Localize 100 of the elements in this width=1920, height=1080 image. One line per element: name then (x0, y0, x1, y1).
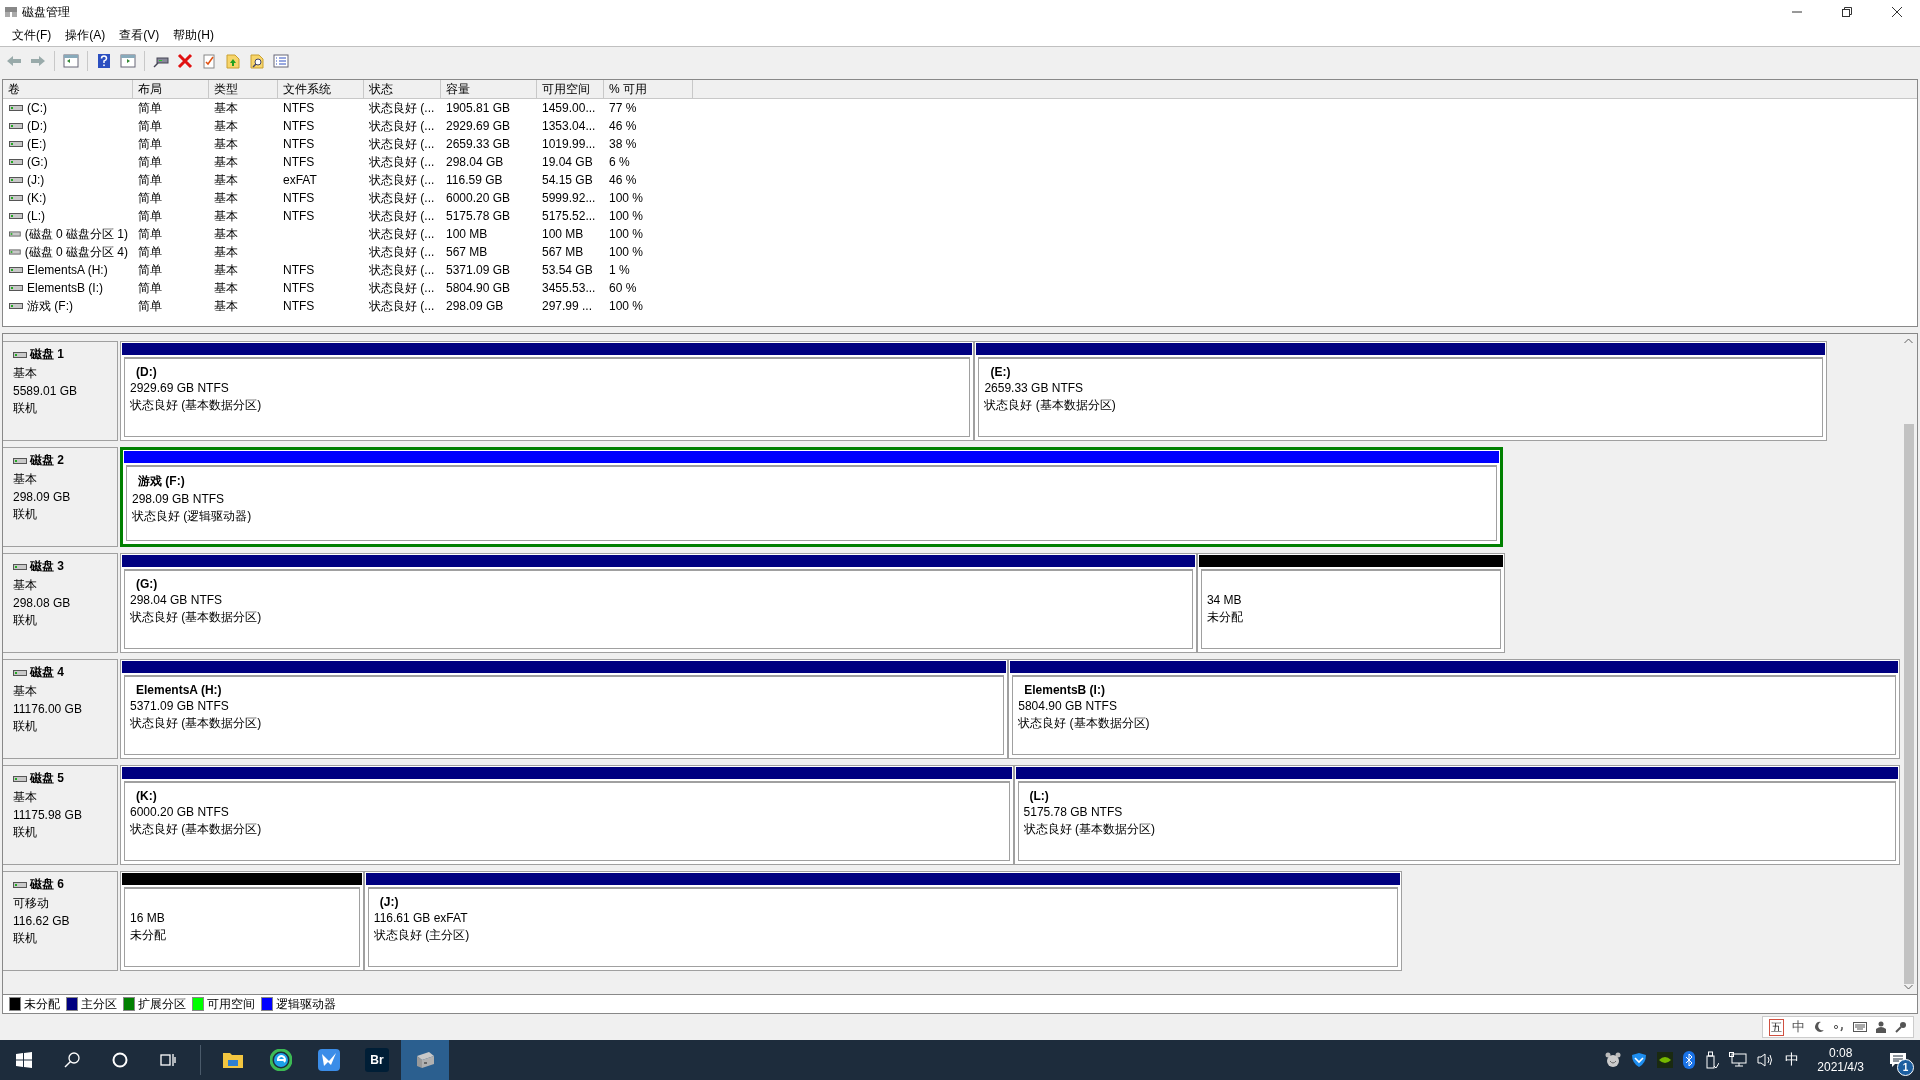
notification-button[interactable]: 1 (1882, 1044, 1914, 1076)
disk-info-panel[interactable]: 磁盘 3 基本 298.08 GB 联机 (3, 553, 118, 653)
table-cell-text: 100 % (608, 209, 645, 223)
table-cell-text: 状态良好 (... (368, 117, 436, 135)
table-cell-text: NTFS (282, 155, 316, 169)
table-cell-text: 基本 (213, 261, 239, 279)
table-cell-text: 100 % (608, 191, 645, 205)
table-cell-text: 5371.09 GB (445, 263, 512, 277)
column-header[interactable]: 布局 (133, 80, 209, 99)
table-cell-text: 状态良好 (... (368, 189, 436, 207)
volume-name: (G:) (27, 155, 48, 169)
person-icon[interactable] (1875, 1021, 1887, 1033)
table-cell-text: 1353.04... (541, 119, 597, 133)
disk-name: 磁盘 4 (30, 664, 64, 681)
partition-block[interactable]: 游戏 (F:) 298.09 GB NTFS 状态良好 (逻辑驱动器) (120, 447, 1504, 547)
partition-block[interactable]: ElementsB (I:) 5804.90 GB NTFS 状态良好 (基本数据分区) (1008, 659, 1900, 759)
table-cell-text: 基本 (213, 99, 239, 117)
column-header[interactable]: 容量 (441, 80, 537, 99)
volume-name: (C:) (27, 101, 47, 115)
folder-search-icon[interactable] (247, 51, 267, 71)
column-header[interactable]: 文件系统 (278, 80, 364, 99)
partition-block[interactable]: (J:) 116.61 GB exFAT 状态良好 (主分区) (363, 871, 1402, 971)
graphics-icon[interactable] (1657, 1052, 1674, 1068)
table-cell-text: 298.04 GB (445, 155, 505, 169)
language-toggle[interactable]: 中 (1792, 1018, 1805, 1036)
column-header[interactable]: % 可用 (604, 80, 693, 99)
disk-info-panel[interactable]: 磁盘 1 基本 5589.01 GB 联机 (3, 341, 118, 441)
disk-info-panel[interactable]: 磁盘 5 基本 11175.98 GB 联机 (3, 765, 118, 865)
table-cell-text: 状态良好 (... (368, 261, 436, 279)
table-cell-text: 567 MB (445, 245, 489, 259)
table-cell-text: NTFS (282, 209, 316, 223)
disk-name: 磁盘 5 (30, 770, 64, 787)
partition-status: 状态良好 (基本数据分区) (130, 397, 263, 414)
menu-item[interactable]: 帮助(H) (167, 24, 220, 46)
usb-drive-icon[interactable] (1705, 1051, 1720, 1069)
keyboard-icon[interactable] (1853, 1022, 1867, 1032)
drive-icon (9, 302, 23, 310)
partition-name: ElementsB (I:) (1023, 683, 1106, 697)
bluetooth-icon[interactable] (1683, 1051, 1696, 1069)
windows-start-icon[interactable] (16, 1052, 32, 1068)
partition-status: 状态良好 (基本数据分区) (130, 715, 263, 732)
restore-icon[interactable] (1842, 7, 1852, 17)
partition-block[interactable]: (K:) 6000.20 GB NTFS 状态良好 (基本数据分区) (120, 765, 1014, 865)
table-cell-text: 基本 (213, 171, 239, 189)
column-header[interactable]: 可用空间 (537, 80, 604, 99)
app-button[interactable]: Br (353, 1040, 401, 1080)
disk-status: 联机 (13, 824, 38, 841)
menu-item[interactable]: 文件(F) (6, 24, 58, 46)
delete-icon[interactable] (175, 51, 195, 71)
partition-status: 状态良好 (主分区) (373, 927, 471, 944)
moon-icon[interactable] (1813, 1021, 1825, 1033)
table-cell-text: 5175.78 GB (445, 209, 512, 223)
shield-icon[interactable] (1631, 1052, 1648, 1068)
table-cell-text: 基本 (213, 243, 239, 261)
disk-info-panel[interactable]: 磁盘 2 基本 298.09 GB 联机 (3, 447, 118, 547)
partition-size: 2929.69 GB NTFS (130, 381, 230, 395)
bear-icon[interactable] (1605, 1052, 1622, 1068)
table-cell-text: NTFS (282, 119, 316, 133)
clock[interactable]: 0:08 2021/4/3 (1809, 1046, 1872, 1074)
menu-item[interactable]: 操作(A) (59, 24, 112, 46)
partition-block[interactable]: (D:) 2929.69 GB NTFS 状态良好 (基本数据分区) (120, 341, 975, 441)
input-language[interactable]: 中 (1785, 1051, 1800, 1069)
disk-info-panel[interactable]: 磁盘 4 基本 11176.00 GB 联机 (3, 659, 118, 759)
drive-icon (9, 158, 23, 166)
legend-label: 未分配 (24, 995, 60, 1013)
column-header[interactable]: 状态 (364, 80, 441, 99)
volume-name: 游戏 (F:) (27, 297, 73, 315)
partition-block[interactable]: (E:) 2659.33 GB NTFS 状态良好 (基本数据分区) (974, 341, 1827, 441)
partition-size: 2659.33 GB NTFS (984, 381, 1085, 395)
disk-management-icon[interactable] (401, 1040, 449, 1080)
wrench-icon[interactable] (1895, 1021, 1907, 1033)
partition-name: (E:) (989, 365, 1012, 379)
table-cell-text: 5175.52... (541, 209, 597, 223)
scrollbar-thumb[interactable] (1903, 424, 1914, 984)
table-cell-text: 1019.99... (541, 137, 597, 151)
partition-status: 状态良好 (基本数据分区) (130, 609, 263, 626)
table-cell-text: 基本 (213, 225, 239, 243)
legend-label: 扩展分区 (138, 995, 186, 1013)
partition-block[interactable]: ElementsA (H:) 5371.09 GB NTFS 状态良好 (基本数据分区) (120, 659, 1009, 759)
partition-name: (L:) (1028, 789, 1050, 803)
column-header[interactable]: 卷 (3, 80, 133, 99)
table-cell-text: 5804.90 GB (445, 281, 512, 295)
partition-block[interactable]: (G:) 298.04 GB NTFS 状态良好 (基本数据分区) (120, 553, 1197, 653)
partition-block[interactable]: 34 MB 未分配 (1196, 553, 1505, 653)
table-cell-text: 116.59 GB (445, 173, 504, 187)
table-cell-text: 简单 (137, 153, 163, 171)
disk-info-panel[interactable]: 磁盘 6 可移动 116.62 GB 联机 (3, 871, 118, 971)
partition-status: 未分配 (1206, 609, 1244, 626)
network-icon[interactable] (1729, 1052, 1748, 1068)
disk-size: 298.09 GB (13, 490, 72, 504)
close-icon[interactable] (1892, 7, 1902, 17)
partition-status: 状态良好 (基本数据分区) (1023, 821, 1156, 838)
partition-block[interactable]: (L:) 5175.78 GB NTFS 状态良好 (基本数据分区) (1013, 765, 1900, 865)
partition-block[interactable]: 16 MB 未分配 (120, 871, 364, 971)
menu-item[interactable]: 查看(V) (113, 24, 166, 46)
volume-name: ElementsA (H:) (27, 263, 108, 277)
table-cell-text: 简单 (137, 99, 163, 117)
input-mode-key[interactable]: 五 (1769, 1018, 1784, 1036)
drive-icon (9, 194, 23, 202)
column-header[interactable]: 类型 (209, 80, 278, 99)
